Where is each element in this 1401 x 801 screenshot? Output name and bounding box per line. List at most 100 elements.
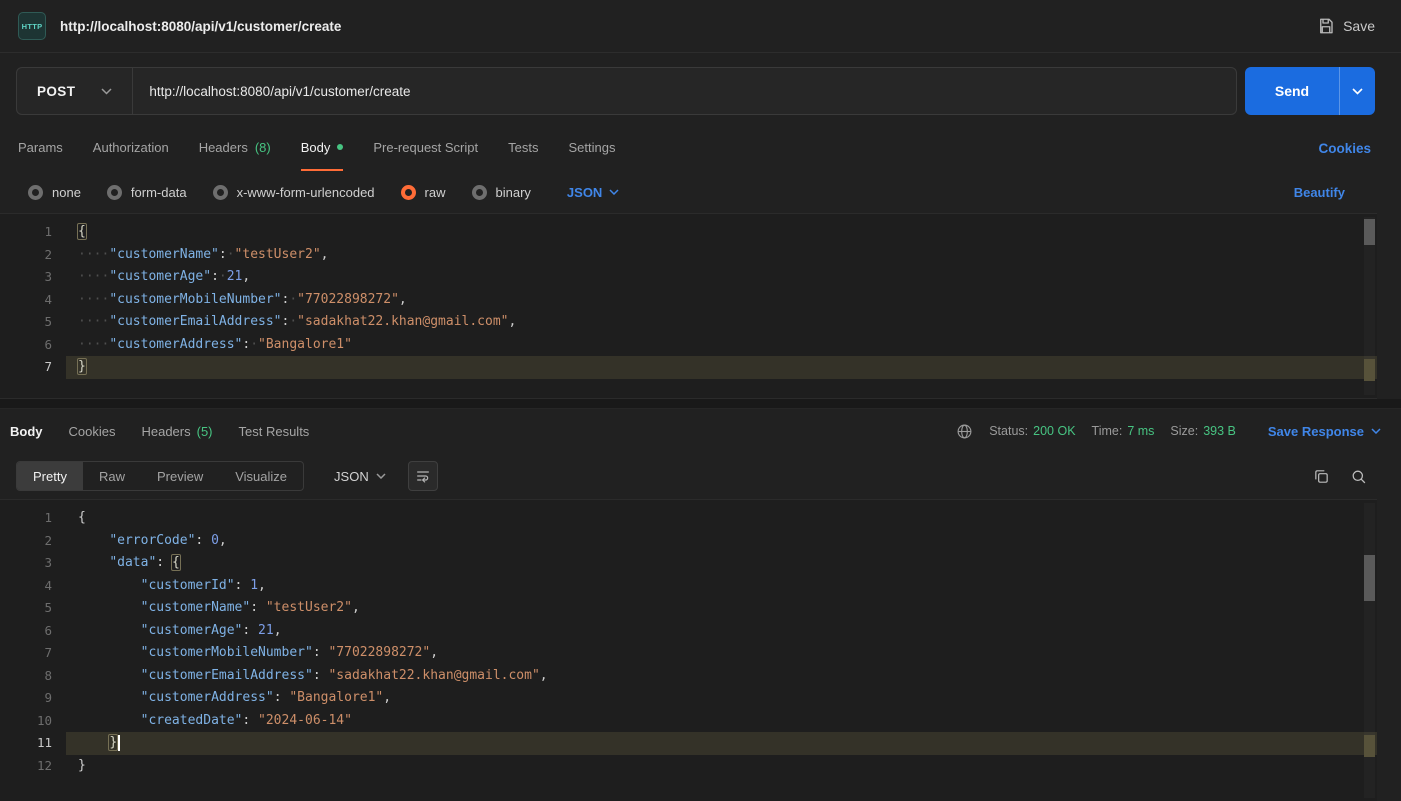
code-token: "customerAddress": [109, 337, 242, 352]
code-line[interactable]: ····"customerAge":·21,: [66, 266, 1377, 289]
code-line[interactable]: ····"customerMobileNumber":·"77022898272…: [66, 289, 1377, 312]
editor-scrollbar[interactable]: [1364, 217, 1375, 395]
view-pretty[interactable]: Pretty: [17, 462, 83, 490]
body-mode-binary[interactable]: binary: [472, 185, 531, 200]
code-token: "testUser2": [235, 247, 321, 262]
response-tab-test-results[interactable]: Test Results: [239, 424, 310, 439]
url-input[interactable]: http://localhost:8080/api/v1/customer/cr…: [133, 68, 1236, 114]
text-cursor: [118, 735, 120, 751]
pane-splitter[interactable]: [0, 399, 1401, 409]
response-tab-body[interactable]: Body: [10, 424, 43, 439]
code-token: :: [156, 555, 164, 570]
send-options-caret[interactable]: [1339, 67, 1375, 115]
code-line[interactable]: }: [66, 755, 1377, 778]
code-token: "2024-06-14": [258, 713, 352, 728]
beautify-link[interactable]: Beautify: [1294, 185, 1345, 200]
code-area[interactable]: {····"customerName":·"testUser2",····"cu…: [66, 214, 1377, 398]
chevron-down-icon: [609, 189, 619, 195]
code-line[interactable]: ····"customerName":·"testUser2",: [66, 244, 1377, 267]
line-number: 12: [0, 755, 66, 778]
code-token: ,: [242, 269, 250, 284]
view-visualize[interactable]: Visualize: [219, 462, 303, 490]
tab-tests[interactable]: Tests: [508, 125, 538, 171]
request-url-row: POST http://localhost:8080/api/v1/custom…: [0, 53, 1401, 125]
body-mode-raw[interactable]: raw: [401, 185, 446, 200]
time-label: Time:: [1092, 424, 1123, 438]
wrap-text-button[interactable]: [408, 461, 438, 491]
view-preview[interactable]: Preview: [141, 462, 219, 490]
code-token: [78, 555, 109, 570]
save-button[interactable]: Save: [1317, 17, 1375, 35]
send-button-label[interactable]: Send: [1245, 67, 1339, 115]
tab-prerequest-script[interactable]: Pre-request Script: [373, 125, 478, 171]
code-token: [164, 555, 172, 570]
code-token: ·: [227, 247, 235, 262]
tab-settings[interactable]: Settings: [568, 125, 615, 171]
response-body-editor[interactable]: 123456789101112 { "errorCode": 0, "data"…: [0, 499, 1377, 801]
send-button[interactable]: Send: [1245, 67, 1375, 115]
code-line[interactable]: }: [66, 356, 1377, 379]
code-line[interactable]: "createdDate": "2024-06-14": [66, 710, 1377, 733]
search-button[interactable]: [1350, 468, 1367, 485]
code-token: [78, 668, 141, 683]
body-mode-urlencoded[interactable]: x-www-form-urlencoded: [213, 185, 375, 200]
tab-authorization[interactable]: Authorization: [93, 125, 169, 171]
code-line[interactable]: "customerAddress": "Bangalore1",: [66, 687, 1377, 710]
scrollbar-thumb[interactable]: [1364, 219, 1375, 245]
code-line[interactable]: "customerMobileNumber": "77022898272",: [66, 642, 1377, 665]
code-line[interactable]: {: [66, 221, 1377, 244]
code-line[interactable]: "errorCode": 0,: [66, 530, 1377, 553]
response-tab-cookies[interactable]: Cookies: [69, 424, 116, 439]
code-token: ,: [540, 668, 548, 683]
mode-label: form-data: [131, 185, 187, 200]
globe-icon[interactable]: [956, 423, 973, 440]
code-line[interactable]: "customerEmailAddress": "sadakhat22.khan…: [66, 665, 1377, 688]
code-line[interactable]: ····"customerEmailAddress":·"sadakhat22.…: [66, 311, 1377, 334]
code-token: "sadakhat22.khan@gmail.com": [328, 668, 539, 683]
line-number: 3: [0, 266, 66, 289]
code-token: ·: [250, 337, 258, 352]
code-line[interactable]: "customerId": 1,: [66, 575, 1377, 598]
save-response-button[interactable]: Save Response: [1268, 424, 1381, 439]
response-tab-headers[interactable]: Headers(5): [141, 424, 212, 439]
code-token: [78, 623, 141, 638]
request-body-editor[interactable]: 1234567 {····"customerName":·"testUser2"…: [0, 213, 1377, 399]
code-line[interactable]: ····"customerAddress":·"Bangalore1": [66, 334, 1377, 357]
scrollbar-thumb[interactable]: [1364, 555, 1375, 601]
radio-button: [213, 185, 228, 200]
code-line[interactable]: {: [66, 507, 1377, 530]
tab-params[interactable]: Params: [18, 125, 63, 171]
raw-language-select[interactable]: JSON: [567, 185, 619, 200]
body-mode-none[interactable]: none: [28, 185, 81, 200]
code-line[interactable]: "customerAge": 21,: [66, 620, 1377, 643]
body-mode-form-data[interactable]: form-data: [107, 185, 187, 200]
tab-body[interactable]: Body: [301, 125, 344, 171]
code-token: [250, 713, 258, 728]
code-token: "Bangalore1": [258, 337, 352, 352]
editor-scrollbar[interactable]: [1364, 503, 1375, 798]
code-line[interactable]: }: [66, 732, 1377, 755]
copy-button[interactable]: [1313, 468, 1330, 485]
code-line[interactable]: "customerName": "testUser2",: [66, 597, 1377, 620]
code-line[interactable]: "data": {: [66, 552, 1377, 575]
response-format-select[interactable]: JSON: [324, 469, 396, 484]
body-present-dot: [337, 144, 343, 150]
code-token: ,: [383, 690, 391, 705]
line-number: 5: [0, 597, 66, 620]
request-tab-bar: HTTP http://localhost:8080/api/v1/custom…: [0, 0, 1401, 53]
line-number: 10: [0, 710, 66, 733]
code-token: "createdDate": [141, 713, 243, 728]
code-token: [203, 533, 211, 548]
code-token: "customerEmailAddress": [109, 314, 281, 329]
line-number: 1: [0, 221, 66, 244]
language-label: JSON: [567, 185, 602, 200]
http-request-icon: HTTP: [18, 12, 46, 40]
headers-count-badge: (8): [255, 140, 271, 155]
method-select[interactable]: POST: [17, 68, 133, 114]
tab-headers[interactable]: Headers(8): [199, 125, 271, 171]
code-area[interactable]: { "errorCode": 0, "data": { "customerId"…: [66, 500, 1377, 801]
view-raw[interactable]: Raw: [83, 462, 141, 490]
cookies-link[interactable]: Cookies: [1318, 125, 1371, 171]
code-token: "Bangalore1": [289, 690, 383, 705]
tab-label: Cookies: [69, 424, 116, 439]
